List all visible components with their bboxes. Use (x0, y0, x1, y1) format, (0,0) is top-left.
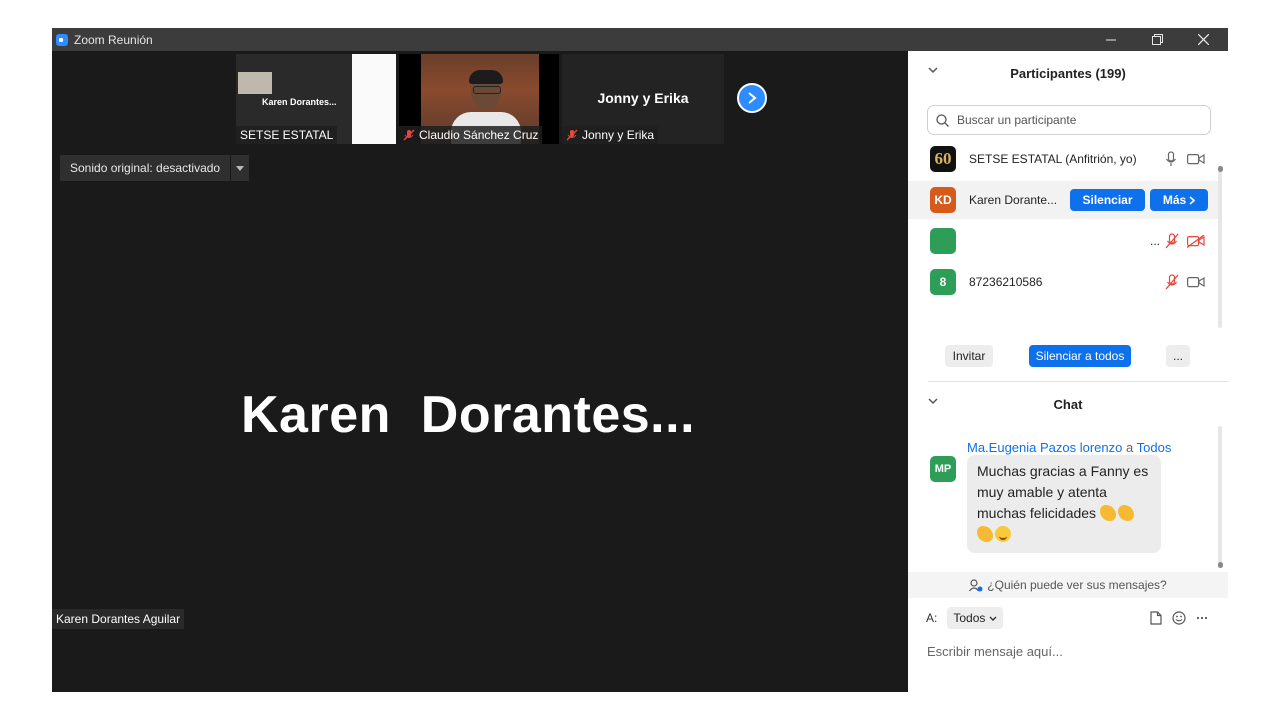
chat-sender-line: Ma.Eugenia Pazos lorenzo a Todos (967, 440, 1171, 455)
recipient-select[interactable]: Todos (947, 607, 1004, 629)
close-icon (1197, 34, 1209, 45)
search-input[interactable] (955, 112, 1199, 128)
mute-participant-button[interactable]: Silenciar (1070, 189, 1145, 211)
clapping-hands-icon (1099, 505, 1116, 521)
original-sound-control[interactable]: Sonido original: desactivado (60, 155, 250, 181)
avatar: 60 (930, 146, 956, 172)
thumbnail-name: SETSE ESTATAL (236, 126, 338, 144)
divider (928, 381, 1228, 382)
zoom-logo-icon (56, 33, 68, 46)
chat-more-button[interactable] (1196, 611, 1208, 625)
title-bar: Zoom Reunión (52, 28, 1228, 51)
restore-icon (1151, 34, 1163, 45)
mic-muted-icon[interactable] (1165, 274, 1179, 290)
participant-row[interactable]: KD Karen Dorante... Silenciar Más (908, 181, 1220, 219)
thumbnail-claudio[interactable]: Claudio Sánchez Cruz (399, 54, 559, 144)
invite-button[interactable]: Invitar (945, 345, 993, 367)
thumbnail-jonny-erika[interactable]: Jonny y Erika Jonny y Erika (562, 54, 724, 144)
to-word: a (1126, 440, 1134, 455)
next-page-button[interactable] (737, 83, 767, 113)
chevron-right-icon (1189, 195, 1196, 205)
participants-scrollbar[interactable] (1218, 166, 1222, 328)
file-button[interactable] (1150, 611, 1162, 625)
smiling-face-icon (995, 526, 1011, 542)
mic-muted-icon (403, 129, 415, 141)
thumbnail-name: Jonny y Erika (562, 126, 659, 144)
window-title: Zoom Reunión (74, 32, 153, 47)
avatar: MP (930, 456, 956, 482)
emoji-button[interactable] (1172, 611, 1186, 625)
side-panel: Participantes (199) 60 SETSE ESTATAL (An… (908, 51, 1228, 692)
chat-scrollbar[interactable] (1218, 426, 1222, 568)
participant-name: 87236210586 (969, 275, 1043, 289)
search-icon (936, 113, 949, 127)
video-stage: Karen Dorantes... SETSE ESTATAL Claudio … (52, 51, 908, 692)
who-can-see-messages[interactable]: ¿Quién puede ver sus mensajes? (908, 572, 1228, 598)
mute-all-button[interactable]: Silenciar a todos (1029, 345, 1131, 367)
video-camera-icon[interactable] (1187, 276, 1205, 288)
thumbnail-setse-estatal[interactable]: Karen Dorantes... SETSE ESTATAL (236, 54, 396, 144)
shared-image (238, 72, 272, 94)
participant-name: Karen Dorante... (969, 193, 1058, 207)
clapping-hands-icon (977, 526, 993, 542)
chevron-down-icon[interactable] (928, 398, 938, 405)
avatar (930, 228, 956, 254)
sender-name[interactable]: Ma.Eugenia Pazos lorenzo (967, 440, 1122, 455)
chat-message: Muchas gracias a Fanny es muy amable y a… (967, 455, 1161, 553)
participant-name: ... (1150, 234, 1161, 248)
scrollbar-thumb[interactable] (1218, 166, 1223, 172)
recipient-name: Todos (1136, 440, 1172, 455)
participant-row[interactable]: ... (908, 222, 1220, 260)
video-camera-icon[interactable] (1187, 153, 1205, 165)
shared-panel-preview (352, 54, 396, 144)
participant-row[interactable]: 60 SETSE ESTATAL (Anfitrión, yo) (908, 140, 1220, 178)
scrollbar-thumb[interactable] (1218, 562, 1223, 568)
more-options-button[interactable]: Más (1150, 189, 1208, 211)
microphone-icon[interactable] (1165, 151, 1177, 167)
file-icon (1150, 611, 1162, 625)
more-icon (1196, 616, 1208, 620)
participant-name: SETSE ESTATAL (Anfitrión, yo) (969, 152, 1137, 166)
dropdown-arrow-icon[interactable] (231, 155, 249, 181)
participant-row[interactable]: 8 87236210586 (908, 263, 1220, 301)
thumbnail-name: Claudio Sánchez Cruz (399, 126, 543, 144)
participant-search[interactable] (927, 105, 1211, 135)
chevron-down-icon[interactable] (928, 67, 938, 74)
recipient-row: A: Todos (926, 607, 1004, 629)
thumbnail-title: Jonny y Erika (597, 90, 689, 106)
original-sound-label[interactable]: Sonido original: desactivado (60, 155, 232, 181)
minimize-button[interactable] (1088, 28, 1134, 51)
chat-header: Chat (908, 384, 1228, 424)
person-icon (969, 578, 983, 591)
shared-speaker-title: Karen Dorantes... (262, 97, 337, 107)
mic-muted-icon (566, 129, 578, 141)
close-button[interactable] (1180, 28, 1226, 51)
video-off-icon[interactable] (1187, 235, 1205, 248)
avatar: KD (930, 187, 956, 213)
restore-button[interactable] (1134, 28, 1180, 51)
clapping-hands-icon (1117, 505, 1134, 521)
active-speaker-name: Karen Dorantes... (241, 386, 696, 444)
minimize-icon (1106, 39, 1116, 40)
chevron-right-icon (748, 92, 757, 104)
speaker-name-tag: Karen Dorantes Aguilar (52, 609, 185, 629)
avatar: 8 (930, 269, 956, 295)
to-label: A: (926, 611, 938, 625)
zoom-window: Zoom Reunión Karen Dorantes... SETSE EST… (52, 28, 1228, 692)
participants-more-button[interactable]: ... (1166, 345, 1190, 367)
mic-muted-icon[interactable] (1165, 233, 1179, 249)
chevron-down-icon (989, 616, 997, 621)
participants-header: Participantes (199) (908, 53, 1228, 93)
chat-message-input[interactable] (925, 639, 1219, 663)
emoji-icon (1172, 611, 1186, 625)
